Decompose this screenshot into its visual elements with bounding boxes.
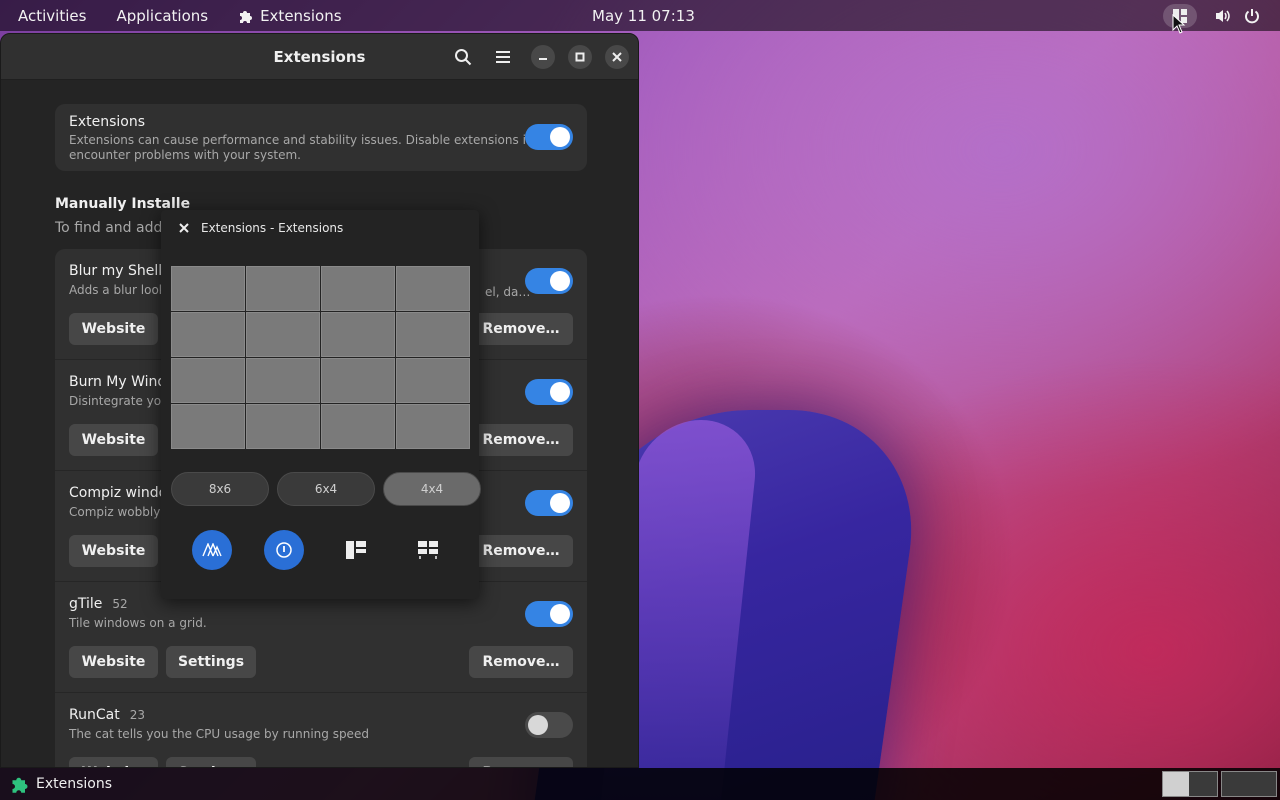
system-indicators[interactable] bbox=[1214, 0, 1260, 31]
auto-tile-main-icon bbox=[202, 543, 222, 557]
extension-name: Blur my Shell bbox=[69, 263, 163, 279]
extension-switch[interactable] bbox=[525, 490, 573, 516]
app-menu[interactable]: Extensions bbox=[223, 0, 356, 31]
tile-grid-cell[interactable] bbox=[396, 312, 470, 357]
tile-grid-cell[interactable] bbox=[321, 358, 395, 403]
extension-description-tail: el, da… bbox=[485, 285, 531, 299]
close-icon[interactable] bbox=[179, 223, 189, 233]
search-icon bbox=[455, 49, 472, 66]
tile-grid-cell[interactable] bbox=[246, 404, 320, 449]
website-button[interactable]: Website bbox=[69, 646, 158, 678]
website-button[interactable]: Website bbox=[69, 313, 158, 345]
tile-grid-cell[interactable] bbox=[171, 266, 245, 311]
extension-version: 23 bbox=[129, 708, 145, 722]
tile-actions bbox=[192, 530, 448, 570]
settings-button[interactable]: Settings bbox=[166, 757, 256, 767]
power-icon bbox=[1245, 8, 1259, 23]
preset-4x4-button[interactable]: 4x4 bbox=[383, 472, 481, 506]
window-title: Extensions bbox=[273, 47, 366, 66]
settings-button[interactable]: Settings bbox=[166, 646, 256, 678]
remove-button[interactable]: Remove… bbox=[469, 313, 573, 345]
activities-button[interactable]: Activities bbox=[0, 0, 101, 31]
extension-name: Compiz windo bbox=[69, 485, 168, 501]
extension-row-runcat: RunCat 23 The cat tells you the CPU usag… bbox=[55, 693, 587, 767]
minimize-button[interactable] bbox=[531, 45, 555, 69]
section-subtitle: To find and add e bbox=[55, 220, 176, 236]
main-menu-button[interactable] bbox=[491, 45, 515, 69]
tile-grid-cell[interactable] bbox=[396, 358, 470, 403]
global-extensions-row: Extensions Extensions can cause performa… bbox=[55, 104, 587, 171]
header-bar: Extensions bbox=[1, 34, 638, 80]
puzzle-icon bbox=[240, 10, 253, 23]
tile-grid-cell[interactable] bbox=[321, 312, 395, 357]
tile-grid-cell[interactable] bbox=[396, 266, 470, 311]
app-menu-label: Extensions bbox=[260, 6, 342, 25]
extension-switch[interactable] bbox=[525, 601, 573, 627]
hamburger-icon bbox=[496, 51, 510, 63]
extension-name: gTile bbox=[69, 596, 103, 612]
extension-name: RunCat bbox=[69, 707, 120, 723]
layout-left-button[interactable] bbox=[336, 530, 376, 570]
extension-switch[interactable] bbox=[525, 379, 573, 405]
clock[interactable]: May 11 07:13 bbox=[592, 0, 695, 31]
taskbar-item-extensions[interactable]: Extensions bbox=[0, 774, 112, 794]
puzzle-icon bbox=[12, 777, 28, 793]
tile-grid-cell[interactable] bbox=[321, 404, 395, 449]
preset-6x4-button[interactable]: 6x4 bbox=[277, 472, 375, 506]
popup-header: Extensions - Extensions bbox=[161, 210, 479, 246]
top-bar: Activities Applications Extensions May 1… bbox=[0, 0, 1280, 34]
layout-grid-button[interactable] bbox=[408, 530, 448, 570]
layout-left-icon bbox=[346, 541, 366, 559]
maximize-button[interactable] bbox=[568, 45, 592, 69]
tile-grid-cell[interactable] bbox=[171, 358, 245, 403]
tile-grid-cell[interactable] bbox=[246, 358, 320, 403]
website-button[interactable]: Website bbox=[69, 535, 158, 567]
close-button[interactable] bbox=[605, 45, 629, 69]
tile-grid-cell[interactable] bbox=[396, 404, 470, 449]
tile-grid-cell[interactable] bbox=[171, 312, 245, 357]
extension-version: 52 bbox=[112, 597, 128, 611]
search-button[interactable] bbox=[451, 45, 475, 69]
volume-icon bbox=[1216, 9, 1230, 22]
taskbar-item-label: Extensions bbox=[36, 776, 113, 792]
extension-switch[interactable] bbox=[525, 712, 573, 738]
mouse-cursor-icon bbox=[1172, 14, 1186, 34]
tile-grid-cell[interactable] bbox=[246, 266, 320, 311]
bottom-panel: Extensions bbox=[0, 768, 1280, 800]
auto-tile-ring-button[interactable] bbox=[264, 530, 304, 570]
remove-button[interactable]: Remove… bbox=[469, 646, 573, 678]
website-button[interactable]: Website bbox=[69, 424, 158, 456]
remove-button[interactable]: Remove… bbox=[469, 424, 573, 456]
remove-button[interactable]: Remove… bbox=[469, 535, 573, 567]
minimize-icon bbox=[539, 58, 547, 60]
global-title: Extensions bbox=[69, 114, 146, 130]
extension-name: Burn My Wind bbox=[69, 374, 167, 390]
extension-switch[interactable] bbox=[525, 268, 573, 294]
close-icon bbox=[612, 52, 622, 62]
tile-grid[interactable] bbox=[171, 266, 470, 450]
tile-grid-cell[interactable] bbox=[321, 266, 395, 311]
tile-grid-cell[interactable] bbox=[171, 404, 245, 449]
workspace-window-thumb bbox=[1163, 772, 1189, 796]
website-button[interactable]: Website bbox=[69, 757, 158, 767]
applications-menu[interactable]: Applications bbox=[101, 0, 223, 31]
grid-presets: 8x6 6x4 4x4 bbox=[171, 472, 481, 506]
auto-tile-ring-icon bbox=[276, 542, 292, 558]
preset-8x6-button[interactable]: 8x6 bbox=[171, 472, 269, 506]
auto-tile-main-button[interactable] bbox=[192, 530, 232, 570]
extension-description: Tile windows on a grid. bbox=[69, 616, 207, 630]
global-extensions-switch[interactable] bbox=[525, 124, 573, 150]
workspace-1[interactable] bbox=[1162, 771, 1218, 797]
maximize-icon bbox=[575, 52, 585, 62]
workspace-2[interactable] bbox=[1221, 771, 1277, 797]
remove-button[interactable]: Remove… bbox=[469, 757, 573, 767]
global-description: Extensions can cause performance and sta… bbox=[69, 133, 556, 162]
tile-grid-cell[interactable] bbox=[246, 312, 320, 357]
popup-title: Extensions - Extensions bbox=[201, 221, 344, 235]
layout-grid-icon bbox=[418, 541, 438, 559]
gtile-popup: Extensions - Extensions 8x6 6x4 4x4 bbox=[161, 210, 481, 599]
extension-description: The cat tells you the CPU usage by runni… bbox=[69, 727, 369, 741]
